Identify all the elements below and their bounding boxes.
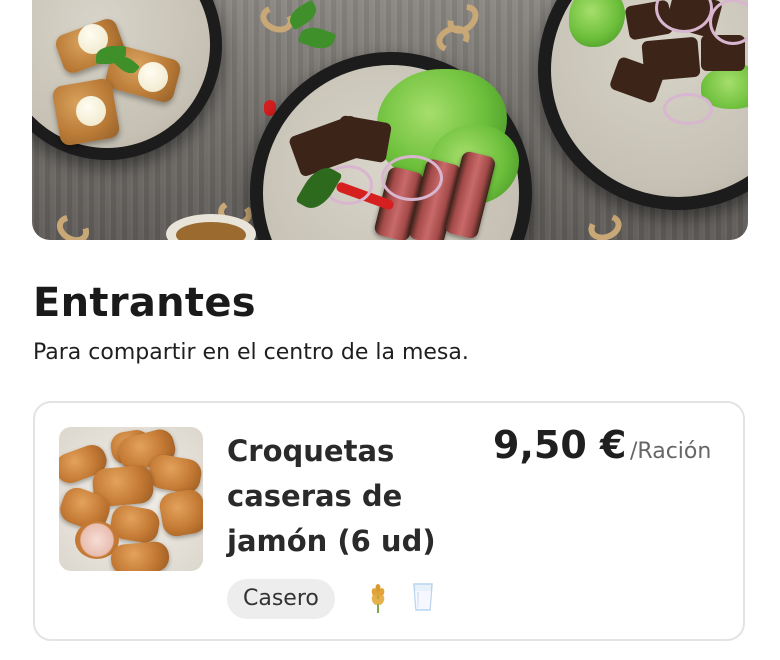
product-image [59,427,203,571]
plate-croquettes [32,0,222,160]
gluten-wheat-icon [366,584,390,614]
product-name: Croquetas caseras de jamón (6 ud) [227,434,436,558]
cashew-decoration [584,208,626,240]
price-unit: /Ración [630,439,712,464]
cashew-decoration [51,209,95,240]
milk-glass-icon [411,582,435,612]
section-title: Entrantes [33,280,256,326]
herb-decoration [297,22,337,54]
product-card[interactable]: Croquetas caseras de jamón (6 ud) 9,50 €… [33,401,745,641]
plate-steak [250,52,532,240]
product-price: 9,50 € [493,423,627,467]
menu-page: Entrantes Para compartir en el centro de… [0,0,780,660]
plate-salad [538,0,748,210]
hero-food-image [32,0,748,240]
section-subtitle: Para compartir en el centro de la mesa. [33,340,469,365]
homemade-tag: Casero [227,579,335,619]
